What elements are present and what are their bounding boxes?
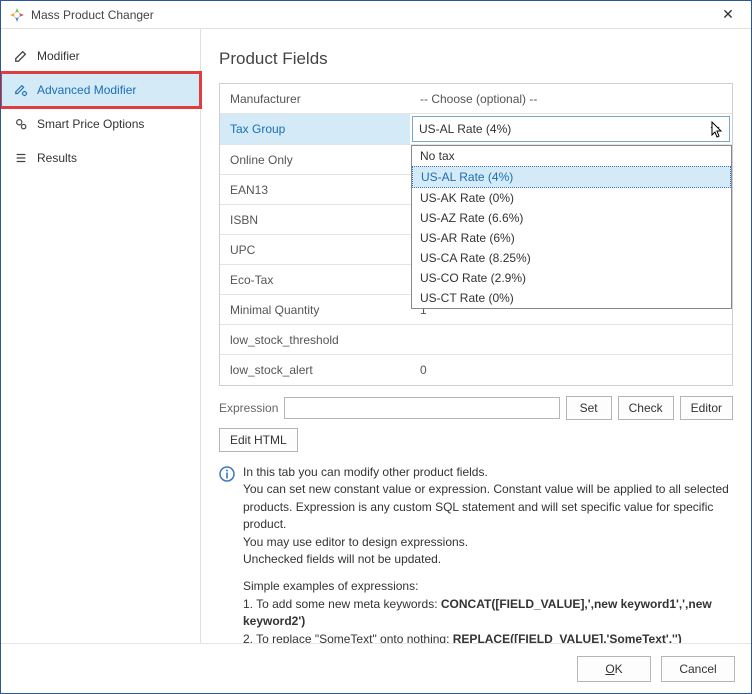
info-text: In this tab you can modify other product… [243, 464, 733, 643]
info-icon [219, 466, 235, 482]
info-line: You can set new constant value or expres… [243, 481, 733, 533]
sidebar: Modifier Advanced Modifier [1, 29, 201, 643]
info-example: 2. To replace "SomeText" onto nothing: R… [243, 631, 733, 643]
chevron-down-icon[interactable] [707, 121, 723, 137]
field-label: Eco-Tax [220, 265, 410, 294]
field-row-manufacturer[interactable]: Manufacturer -- Choose (optional) -- [220, 84, 732, 114]
field-label: Manufacturer [220, 84, 410, 113]
check-button[interactable]: Check [618, 396, 674, 420]
info-line: Unchecked fields will not be updated. [243, 551, 733, 568]
field-value: -- Choose (optional) -- [410, 84, 732, 113]
pencil-gear-icon [13, 82, 29, 98]
info-examples-heading: Simple examples of expressions: [243, 578, 733, 595]
combo-selected-text: US-AL Rate (4%) [419, 122, 707, 136]
dropdown-option[interactable]: US-AL Rate (4%) [412, 166, 731, 188]
field-value [410, 325, 732, 354]
list-icon [13, 150, 29, 166]
dropdown-option[interactable]: US-AZ Rate (6.6%) [412, 208, 731, 228]
sidebar-item-results[interactable]: Results [1, 141, 200, 175]
sidebar-item-advanced-modifier[interactable]: Advanced Modifier [1, 73, 200, 107]
field-value: US-AL Rate (4%) [410, 114, 732, 144]
info-line: In this tab you can modify other product… [243, 464, 733, 481]
field-label: Minimal Quantity [220, 295, 410, 324]
edit-html-row: Edit HTML [219, 428, 733, 452]
sidebar-item-label: Results [37, 151, 77, 165]
tax-group-combobox[interactable]: US-AL Rate (4%) [412, 116, 730, 142]
dropdown-option[interactable]: No tax [412, 146, 731, 166]
page-title: Product Fields [219, 49, 733, 69]
sidebar-item-modifier[interactable]: Modifier [1, 39, 200, 73]
dropdown-option[interactable]: US-CT Rate (0%) [412, 288, 731, 308]
body: Modifier Advanced Modifier [1, 29, 751, 643]
sidebar-item-label: Smart Price Options [37, 117, 144, 131]
field-row-low-stock-alert[interactable]: low_stock_alert 0 [220, 355, 732, 385]
close-button[interactable]: ✕ [713, 6, 743, 23]
sidebar-item-label: Modifier [37, 49, 80, 63]
cancel-button[interactable]: Cancel [661, 656, 735, 682]
field-label: low_stock_alert [220, 355, 410, 385]
field-label: UPC [220, 235, 410, 264]
set-button[interactable]: Set [566, 396, 612, 420]
field-label: EAN13 [220, 175, 410, 204]
field-row-low-stock-threshold[interactable]: low_stock_threshold [220, 325, 732, 355]
sidebar-item-smart-price[interactable]: Smart Price Options [1, 107, 200, 141]
field-label: low_stock_threshold [220, 325, 410, 354]
expression-input[interactable] [284, 397, 559, 419]
dropdown-option[interactable]: US-CA Rate (8.25%) [412, 248, 731, 268]
gears-icon [13, 116, 29, 132]
window-title: Mass Product Changer [31, 8, 713, 22]
editor-button[interactable]: Editor [680, 396, 733, 420]
field-label: Online Only [220, 145, 410, 174]
field-label: Tax Group [220, 114, 410, 144]
field-row-tax-group[interactable]: Tax Group US-AL Rate (4%) [220, 114, 732, 145]
dialog-window: Mass Product Changer ✕ Modifier Advanc [0, 0, 752, 694]
footer: OK Cancel [1, 643, 751, 693]
pencil-icon [13, 48, 29, 64]
tax-group-dropdown[interactable]: No tax US-AL Rate (4%) US-AK Rate (0%) U… [411, 145, 732, 309]
app-icon [9, 7, 25, 23]
info-block: In this tab you can modify other product… [219, 464, 733, 643]
expression-label: Expression [219, 401, 278, 415]
expression-row: Expression Set Check Editor [219, 396, 733, 420]
sidebar-item-label: Advanced Modifier [37, 83, 136, 97]
field-label: ISBN [220, 205, 410, 234]
fields-grid-wrapper: Manufacturer -- Choose (optional) -- Tax… [219, 83, 733, 386]
content-panel: Product Fields Manufacturer -- Choose (o… [201, 29, 751, 643]
info-example: 1. To add some new meta keywords: CONCAT… [243, 596, 733, 631]
field-value: 0 [410, 355, 732, 385]
edit-html-button[interactable]: Edit HTML [219, 428, 298, 452]
titlebar: Mass Product Changer ✕ [1, 1, 751, 29]
dropdown-option[interactable]: US-AK Rate (0%) [412, 188, 731, 208]
info-line: You may use editor to design expressions… [243, 534, 733, 551]
ok-button[interactable]: OK [577, 656, 651, 682]
dropdown-option[interactable]: US-CO Rate (2.9%) [412, 268, 731, 288]
dropdown-option[interactable]: US-AR Rate (6%) [412, 228, 731, 248]
